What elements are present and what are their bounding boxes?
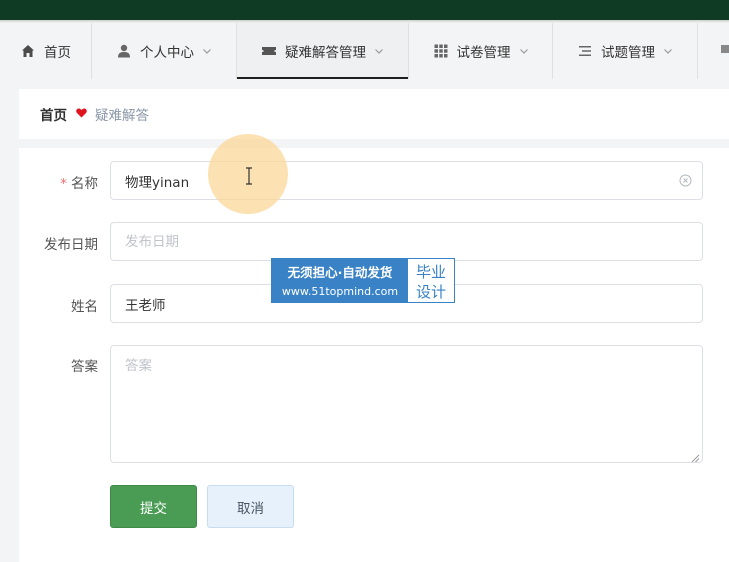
watermark-left: 无须担心·自动发货 www.51topmind.com — [272, 259, 408, 302]
cancel-button[interactable]: 取消 — [207, 485, 294, 528]
nav-item-qa-management[interactable]: 疑难解答管理 — [237, 23, 409, 79]
person-label: 姓名 — [71, 299, 98, 315]
name-input[interactable] — [111, 162, 702, 199]
chevron-down-icon — [663, 46, 673, 56]
watermark-right: 毕业 设计 — [408, 259, 454, 302]
answer-textarea[interactable] — [111, 346, 702, 458]
name-label: * 名称 — [60, 176, 98, 192]
watermark-side2: 设计 — [415, 283, 446, 301]
nav-item-profile[interactable]: 个人中心 — [92, 23, 237, 79]
nav-item-label: 疑难解答管理 — [285, 45, 366, 61]
list-icon — [577, 43, 593, 59]
date-label: 发布日期 — [44, 237, 98, 253]
clear-icon[interactable] — [679, 174, 692, 187]
nav-item-label: 试卷管理 — [456, 45, 511, 61]
watermark-side1: 毕业 — [415, 263, 446, 281]
folder-icon — [721, 43, 729, 59]
watermark-badge: 无须担心·自动发货 www.51topmind.com 毕业 设计 — [271, 258, 455, 303]
submit-button[interactable]: 提交 — [110, 485, 197, 528]
top-nav: 首页 个人中心 疑难解答管理 试卷管理 试题管理 — [0, 23, 729, 79]
top-bar — [0, 0, 729, 20]
breadcrumb: 首页 疑难解答 — [19, 89, 729, 139]
resize-grip-icon[interactable] — [691, 451, 700, 463]
nav-item-more[interactable] — [698, 23, 729, 79]
date-input[interactable] — [111, 223, 702, 260]
user-icon — [116, 43, 132, 59]
nav-item-home[interactable]: 首页 — [0, 23, 92, 79]
grid-icon — [433, 43, 449, 59]
nav-item-label: 试题管理 — [601, 45, 655, 61]
chevron-down-icon — [202, 46, 212, 56]
nav-item-question-management[interactable]: 试题管理 — [553, 23, 698, 79]
date-field[interactable] — [110, 222, 703, 261]
home-icon — [20, 43, 36, 59]
watermark-line2: www.51topmind.com — [281, 285, 399, 298]
nav-item-label: 首页 — [44, 45, 71, 61]
chevron-down-icon — [519, 46, 529, 56]
chevron-down-icon — [374, 46, 384, 56]
ticket-icon — [261, 43, 277, 59]
breadcrumb-home[interactable]: 首页 — [40, 104, 67, 124]
heart-icon — [76, 107, 87, 121]
answer-field[interactable] — [110, 345, 703, 463]
text-cursor-icon — [243, 167, 255, 185]
required-mark: * — [60, 176, 67, 192]
nav-item-label: 个人中心 — [140, 45, 194, 61]
name-field[interactable] — [110, 161, 703, 200]
breadcrumb-current: 疑难解答 — [95, 108, 149, 124]
watermark-line1: 无须担心·自动发货 — [287, 265, 393, 280]
nav-item-exam-management[interactable]: 试卷管理 — [409, 23, 553, 79]
answer-label: 答案 — [71, 359, 98, 375]
